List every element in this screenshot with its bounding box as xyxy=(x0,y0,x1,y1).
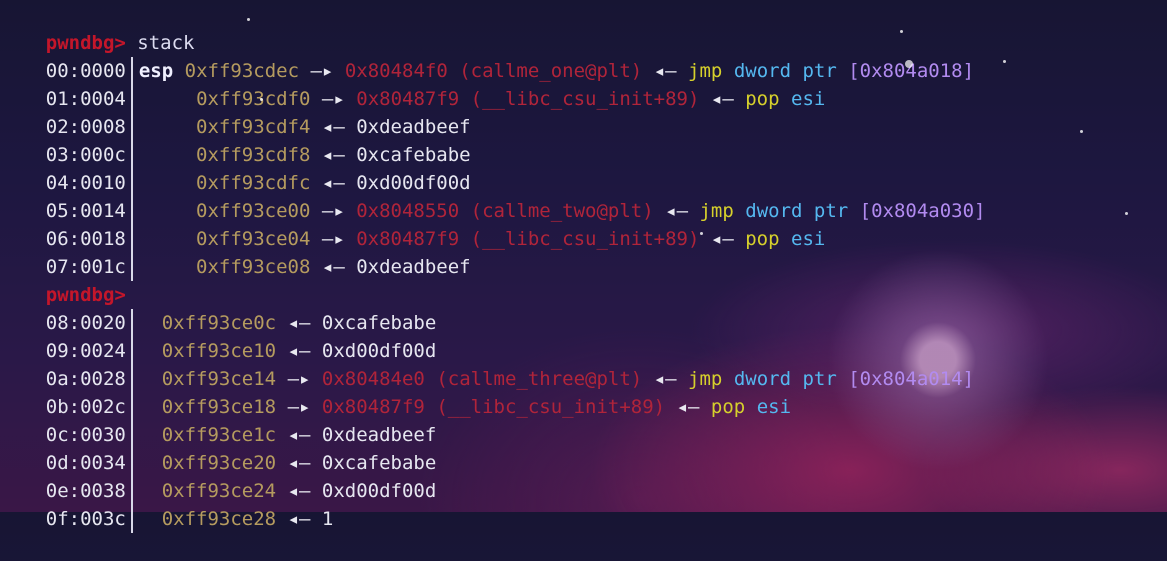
stack-row: 07:001c 0xff93ce08 ◂— 0xdeadbeef xyxy=(0,225,471,281)
stack-row: 09:0024 0xff93ce10 ◂— 0xd00df00d xyxy=(0,309,436,365)
stack-value: 0xd00df00d xyxy=(321,480,437,502)
stack-row: 0e:0038 0xff93ce24 ◂— 0xd00df00d xyxy=(0,449,436,505)
stack-row: 04:0010 0xff93cdfc ◂— 0xd00df00d xyxy=(0,141,471,197)
symbol-name: (__libc_csu_init+89) xyxy=(470,228,700,250)
prompt-line-1: pwndbg> stack xyxy=(0,1,195,54)
stack-row: 01:0004 0xff93cdf0 —▸ 0x80487f9 (__libc_… xyxy=(0,57,825,113)
background-star xyxy=(260,98,263,101)
value-arrow: ◂— xyxy=(321,256,345,278)
value-arrow: ◂— xyxy=(287,508,311,530)
background-star xyxy=(900,30,903,33)
instruction-keyword: esi xyxy=(756,396,792,418)
symbol-name: (__libc_csu_init+89) xyxy=(436,396,666,418)
stack-index: 0f:003c xyxy=(45,508,126,530)
stack-row: 08:0020 0xff93ce0c ◂— 0xcafebabe xyxy=(0,281,436,337)
stack-address: 0xff93ce08 xyxy=(196,256,311,278)
background-star xyxy=(905,60,913,68)
instruction-operand: [0x804a014] xyxy=(848,368,975,390)
background-star xyxy=(247,18,250,21)
stack-row: 00:0000 esp 0xff93cdec —▸ 0x80484f0 (call… xyxy=(0,29,974,85)
symbol-name: (__libc_csu_init+89) xyxy=(470,88,700,110)
stack-row: 0c:0030 0xff93ce1c ◂— 0xdeadbeef xyxy=(0,393,436,449)
stack-row: 02:0008 0xff93cdf4 ◂— 0xdeadbeef xyxy=(0,85,471,141)
instruction-mnemonic: pop xyxy=(710,396,746,418)
stack-value: 0xdeadbeef xyxy=(356,256,471,278)
instruction-keyword: esi xyxy=(791,228,826,250)
deref-arrow: ◂— xyxy=(676,396,700,418)
stack-row: 03:000c 0xff93cdf8 ◂— 0xcafebabe xyxy=(0,113,471,169)
stack-value: 1 xyxy=(321,508,334,530)
background-star xyxy=(1125,212,1128,215)
separator-bar xyxy=(130,253,133,281)
instruction-mnemonic: pop xyxy=(745,228,780,250)
deref-arrow: ◂— xyxy=(710,228,734,250)
stack-row: 06:0018 0xff93ce04 —▸ 0x80487f9 (__libc_… xyxy=(0,197,825,253)
instruction-mnemonic: pop xyxy=(745,88,780,110)
instruction-keyword: esi xyxy=(791,88,826,110)
background-star xyxy=(1080,130,1083,133)
stack-row: 0a:0028 0xff93ce14 —▸ 0x80484e0 (callme_… xyxy=(0,337,974,393)
background-star xyxy=(700,232,703,235)
stack-row: 0b:002c 0xff93ce18 —▸ 0x80487f9 (__libc_… xyxy=(0,365,791,421)
stack-row: 0f:003c 0xff93ce28 ◂— 1 xyxy=(0,477,333,533)
background-star xyxy=(1003,60,1006,63)
terminal-window[interactable]: pwndbg> stack 00:0000 esp 0xff93cdec —▸ 0… xyxy=(0,0,1167,533)
stack-address: 0xff93ce28 xyxy=(161,508,277,530)
deref-arrow: ◂— xyxy=(710,88,734,110)
prompt-line-2: pwndbg> xyxy=(0,253,126,306)
instruction-operand: [0x804a030] xyxy=(859,200,986,222)
stack-row: 0d:0034 0xff93ce20 ◂— 0xcafebabe xyxy=(0,421,436,477)
stack-row: 05:0014 0xff93ce00 —▸ 0x8048550 (callme_… xyxy=(0,169,986,225)
separator-bar xyxy=(130,505,133,533)
